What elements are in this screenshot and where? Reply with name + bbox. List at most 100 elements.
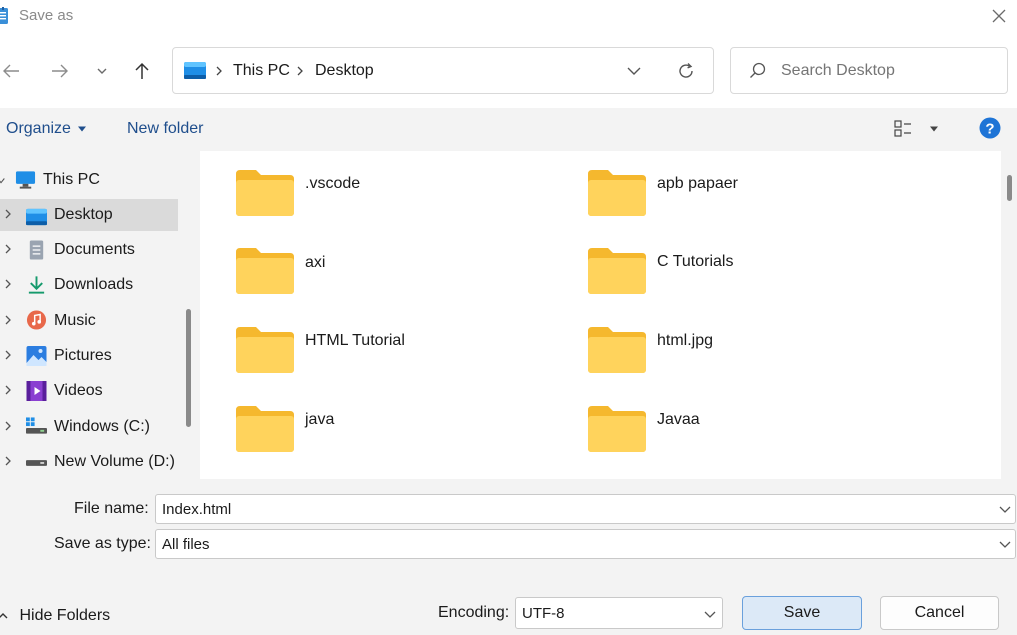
organize-button[interactable]: Organize <box>6 120 87 138</box>
sidebar-item-windows-c[interactable]: Windows (C:) <box>0 411 178 443</box>
sidebar-item-label: Videos <box>54 382 103 399</box>
desktop-icon <box>26 208 47 226</box>
sidebar-item-label: This PC <box>43 171 100 188</box>
download-icon <box>28 276 45 294</box>
refresh-button[interactable] <box>676 61 700 83</box>
file-name-input[interactable]: Index.html <box>162 501 231 518</box>
sidebar-item-new-volume-d[interactable]: New Volume (D:) <box>0 446 178 478</box>
file-item[interactable]: HTML Tutorial <box>236 327 536 379</box>
cancel-button[interactable]: Cancel <box>880 596 999 630</box>
sidebar-scrollbar-thumb[interactable] <box>186 309 191 427</box>
file-name: html.jpg <box>657 332 714 349</box>
breadcrumb-separator-icon <box>297 66 303 76</box>
close-button[interactable] <box>984 3 1014 29</box>
search-icon <box>750 62 766 78</box>
breadcrumb-this-pc[interactable]: This PC <box>233 62 290 80</box>
folder-icon <box>588 170 646 216</box>
sidebar-item-label: Documents <box>54 241 135 258</box>
folder-icon <box>236 327 294 373</box>
title-bar: Save as <box>0 0 1017 34</box>
sidebar-item-desktop[interactable]: Desktop <box>0 199 178 231</box>
sidebar-item-label: Desktop <box>54 206 113 223</box>
file-item[interactable]: C Tutorials <box>588 248 888 300</box>
organize-label: Organize <box>6 120 71 137</box>
breadcrumb-desktop[interactable]: Desktop <box>315 62 374 80</box>
caret-down-icon <box>930 126 938 132</box>
desktop-icon <box>184 62 206 79</box>
chevron-right-icon <box>5 456 11 466</box>
chevron-right-icon <box>5 421 11 431</box>
help-button[interactable]: ? <box>979 117 1001 139</box>
save-as-type-value: All files <box>162 536 210 553</box>
search-box[interactable] <box>730 47 1008 94</box>
forward-arrow-icon <box>52 64 68 78</box>
sidebar-item-videos[interactable]: Videos <box>0 375 178 407</box>
file-name: axi <box>305 254 326 271</box>
new-folder-button[interactable]: New folder <box>127 120 203 138</box>
save-as-type-select[interactable]: All files <box>155 529 1016 559</box>
chevron-right-icon <box>5 244 11 254</box>
address-history-dropdown[interactable] <box>623 62 645 80</box>
chevron-down-icon[interactable] <box>999 504 1011 514</box>
recent-locations-button[interactable] <box>89 58 115 84</box>
refresh-icon <box>679 63 693 78</box>
sidebar-item-label: Downloads <box>54 276 134 293</box>
forward-button[interactable] <box>47 58 73 84</box>
content-scrollbar-track[interactable] <box>1001 151 1017 479</box>
folder-icon <box>588 327 646 373</box>
command-bar: Organize New folder ? <box>0 108 1017 151</box>
save-button[interactable]: Save <box>742 596 862 630</box>
notepad-icon <box>0 7 8 24</box>
file-list: .vscode apb papaer axi C Tutorials HTML … <box>200 151 1001 479</box>
sidebar-item-pictures[interactable]: Pictures <box>0 340 178 372</box>
file-name: java <box>305 411 335 428</box>
file-item[interactable]: Javaa <box>588 406 888 458</box>
chevron-down-icon <box>627 67 641 75</box>
file-item[interactable]: .vscode <box>236 170 536 222</box>
chevron-up-icon <box>0 612 8 619</box>
folder-icon <box>236 248 294 294</box>
breadcrumb-separator-icon <box>216 66 222 76</box>
file-item[interactable]: apb papaer <box>588 170 888 222</box>
file-name: apb papaer <box>657 175 738 192</box>
chevron-down-icon <box>999 541 1011 548</box>
help-icon: ? <box>979 117 1001 139</box>
navigation-pane: This PC Desktop Documents Downloads Musi… <box>0 151 200 479</box>
file-name-combobox[interactable]: Index.html <box>155 494 1016 524</box>
sidebar-item-label: Pictures <box>54 347 112 364</box>
drive-windows-icon <box>26 417 47 434</box>
up-arrow-icon <box>135 62 149 79</box>
file-item[interactable]: axi <box>236 248 536 300</box>
close-icon <box>992 9 1006 23</box>
encoding-select[interactable]: UTF-8 <box>515 597 723 629</box>
chevron-down-icon <box>97 68 107 74</box>
save-as-type-label: Save as type: <box>54 535 151 552</box>
up-button[interactable] <box>129 58 155 84</box>
address-bar[interactable]: This PC Desktop <box>172 47 714 94</box>
folder-icon <box>236 170 294 216</box>
sidebar-item-label: Windows (C:) <box>54 418 151 435</box>
content-scrollbar-thumb[interactable] <box>1007 175 1012 201</box>
monitor-icon <box>15 171 36 189</box>
sidebar-item-music[interactable]: Music <box>0 305 178 337</box>
view-options-button[interactable] <box>892 118 942 140</box>
pictures-icon <box>26 346 47 366</box>
back-arrow-icon <box>3 64 19 78</box>
folder-icon <box>588 248 646 294</box>
hide-folders-label: Hide Folders <box>19 607 111 624</box>
svg-text:?: ? <box>985 121 994 138</box>
sidebar-item-label: New Volume (D:) <box>54 453 175 470</box>
search-input[interactable] <box>781 60 991 82</box>
sidebar-item-downloads[interactable]: Downloads <box>0 269 178 301</box>
encoding-label: Encoding: <box>438 604 510 621</box>
folder-icon <box>236 406 294 452</box>
file-item[interactable]: java <box>236 406 536 458</box>
file-name: .vscode <box>305 175 361 192</box>
sidebar-item-documents[interactable]: Documents <box>0 234 178 266</box>
chevron-down-icon <box>704 611 716 618</box>
file-name-label: File name: <box>74 500 149 517</box>
back-button[interactable] <box>0 58 24 84</box>
file-item[interactable]: html.jpg <box>588 327 888 379</box>
hide-folders-button[interactable]: Hide Folders <box>0 607 110 625</box>
sidebar-item-this-pc[interactable]: This PC <box>0 164 178 196</box>
